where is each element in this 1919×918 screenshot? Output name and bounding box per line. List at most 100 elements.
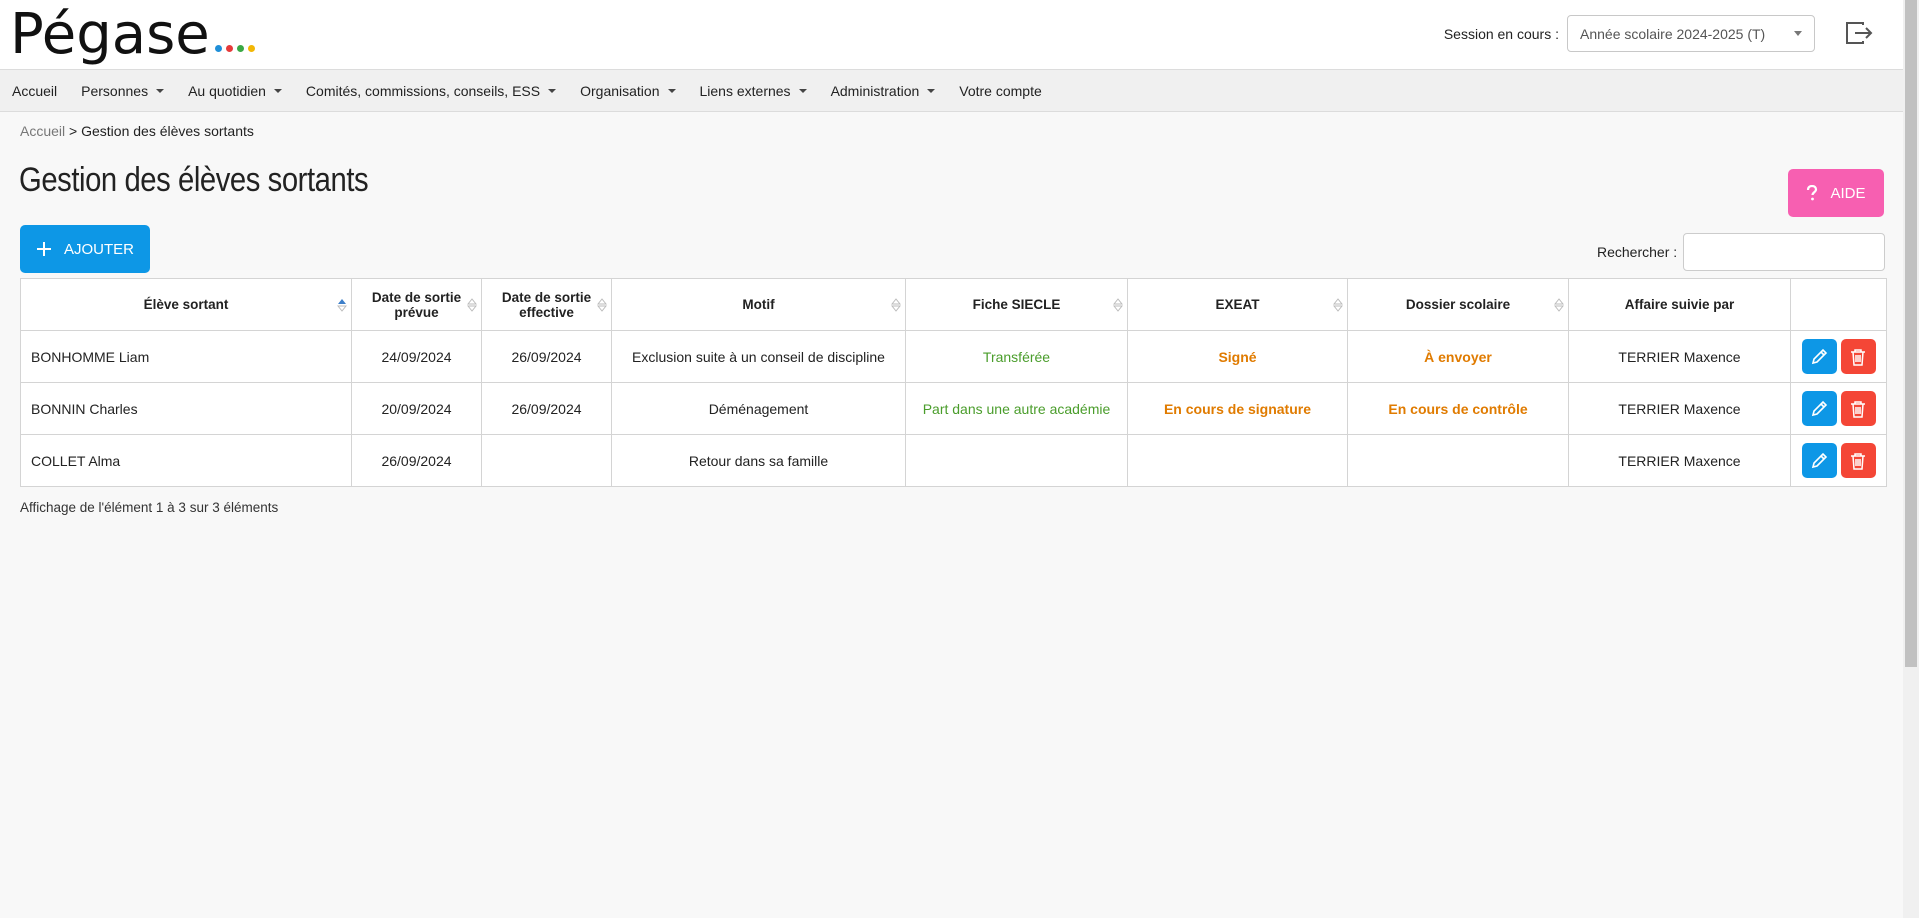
col-header-eleve[interactable]: Élève sortant: [20, 278, 352, 331]
col-header-motif[interactable]: Motif: [611, 278, 906, 331]
col-header-actions: [1790, 278, 1887, 331]
cell-date-prevue: 20/09/2024: [351, 382, 482, 435]
nav-liens-externes[interactable]: Liens externes: [688, 83, 819, 99]
cell-motif: Exclusion suite à un conseil de discipli…: [611, 330, 906, 383]
table-row: BONNIN Charles 20/09/2024 26/09/2024 Dém…: [20, 382, 1887, 435]
cell-actions: [1790, 330, 1887, 383]
nav-label: Votre compte: [959, 82, 1042, 99]
cell-motif: Retour dans sa famille: [611, 434, 906, 487]
nav-label: Liens externes: [699, 82, 791, 99]
edit-button[interactable]: [1801, 339, 1837, 374]
nav-accueil[interactable]: Accueil: [0, 83, 69, 99]
cell-eleve: BONNIN Charles: [20, 382, 352, 435]
header-label: Affaire suivie par: [1624, 297, 1735, 312]
delete-button[interactable]: [1840, 339, 1876, 374]
scrollbar-thumb[interactable]: [1905, 0, 1917, 667]
col-header-date-prevue[interactable]: Date de sortie prévue: [351, 278, 482, 331]
sort-icon: [1554, 297, 1564, 312]
nav-organisation[interactable]: Organisation: [568, 83, 687, 99]
table-row: BONHOMME Liam 24/09/2024 26/09/2024 Excl…: [20, 330, 1887, 383]
cell-date-effective: 26/09/2024: [481, 382, 612, 435]
question-icon: [1807, 185, 1818, 201]
logo-dots: [214, 45, 255, 52]
nav-label: Personnes: [81, 82, 149, 99]
nav-comites[interactable]: Comités, commissions, conseils, ESS: [294, 83, 568, 99]
edit-button[interactable]: [1801, 443, 1837, 478]
breadcrumb-separator: >: [69, 123, 78, 139]
trash-icon: [1851, 452, 1865, 470]
cell-dossier: [1347, 434, 1569, 487]
cell-date-effective: [481, 434, 612, 487]
breadcrumb-home[interactable]: Accueil: [20, 123, 65, 139]
table-header-row: Élève sortant Date de sortie prévue Date…: [20, 278, 1887, 331]
caret-down-icon: [667, 88, 676, 93]
trash-icon: [1851, 400, 1865, 418]
cell-date-prevue: 24/09/2024: [351, 330, 482, 383]
cell-exeat: En cours de signature: [1127, 382, 1348, 435]
sort-icon: [891, 297, 901, 312]
chevron-down-icon: [1794, 31, 1802, 36]
breadcrumb: Accueil > Gestion des élèves sortants: [20, 123, 254, 139]
nav-label: Accueil: [12, 82, 58, 99]
delete-button[interactable]: [1840, 391, 1876, 426]
nav-label: Au quotidien: [188, 82, 266, 99]
caret-down-icon: [548, 88, 557, 93]
sort-icon: [1333, 297, 1343, 312]
nav-votre-compte[interactable]: Votre compte: [947, 83, 1054, 99]
pencil-icon: [1811, 400, 1828, 416]
cell-dossier: À envoyer: [1347, 330, 1569, 383]
plus-icon: [36, 242, 51, 256]
cell-date-effective: 26/09/2024: [481, 330, 612, 383]
col-header-date-effective[interactable]: Date de sortie effective: [481, 278, 612, 331]
col-header-suivi: Affaire suivie par: [1568, 278, 1791, 331]
nav-label: Comités, commissions, conseils, ESS: [305, 82, 541, 99]
cell-eleve: COLLET Alma: [20, 434, 352, 487]
cell-exeat: Signé: [1127, 330, 1348, 383]
cell-fiche-siecle: Transférée: [905, 330, 1128, 383]
sort-icon: [1113, 297, 1123, 312]
nav-label: Administration: [830, 82, 920, 99]
caret-down-icon: [798, 88, 807, 93]
breadcrumb-current: Gestion des élèves sortants: [81, 123, 254, 139]
session-select[interactable]: Année scolaire 2024-2025 (T): [1567, 15, 1815, 52]
header-label: Élève sortant: [143, 297, 229, 312]
vertical-scrollbar[interactable]: [1903, 0, 1919, 918]
header-label: Dossier scolaire: [1405, 297, 1511, 312]
cell-date-prevue: 26/09/2024: [351, 434, 482, 487]
cell-actions: [1790, 434, 1887, 487]
add-button[interactable]: AJOUTER: [20, 225, 150, 273]
search-box: Rechercher :: [1597, 233, 1886, 271]
caret-down-icon: [927, 88, 936, 93]
header-label: Motif: [742, 297, 775, 312]
caret-down-icon: [156, 88, 165, 93]
edit-button[interactable]: [1801, 391, 1837, 426]
search-input[interactable]: [1683, 233, 1886, 271]
cell-fiche-siecle: Part dans une autre académie: [905, 382, 1128, 435]
session-selector: Session en cours : Année scolaire 2024-2…: [1444, 15, 1815, 52]
col-header-dossier[interactable]: Dossier scolaire: [1347, 278, 1569, 331]
cell-suivi: TERRIER Maxence: [1568, 330, 1791, 383]
cell-eleve: BONHOMME Liam: [20, 330, 352, 383]
nav-personnes[interactable]: Personnes: [69, 83, 176, 99]
delete-button[interactable]: [1840, 443, 1876, 478]
main-nav: Accueil Personnes Au quotidien Comités, …: [0, 70, 1903, 112]
students-table: Élève sortant Date de sortie prévue Date…: [20, 278, 1887, 487]
aide-button[interactable]: AIDE: [1788, 169, 1884, 217]
cell-suivi: TERRIER Maxence: [1568, 434, 1791, 487]
header-label: Date de sortie effective: [501, 289, 592, 320]
header-label: EXEAT: [1215, 297, 1260, 312]
nav-label: Organisation: [580, 82, 660, 99]
sort-asc-icon: [337, 298, 347, 312]
col-header-fiche-siecle[interactable]: Fiche SIECLE: [905, 278, 1128, 331]
cell-exeat: [1127, 434, 1348, 487]
logout-icon[interactable]: [1845, 21, 1873, 45]
col-header-exeat[interactable]: EXEAT: [1127, 278, 1348, 331]
nav-au-quotidien[interactable]: Au quotidien: [176, 83, 294, 99]
nav-administration[interactable]: Administration: [819, 83, 948, 99]
page-title: Gestion des élèves sortants: [19, 161, 369, 199]
cell-motif: Déménagement: [611, 382, 906, 435]
cell-fiche-siecle: [905, 434, 1128, 487]
session-value: Année scolaire 2024-2025 (T): [1580, 25, 1766, 42]
header-label: Date de sortie prévue: [371, 289, 462, 320]
caret-down-icon: [273, 88, 282, 93]
